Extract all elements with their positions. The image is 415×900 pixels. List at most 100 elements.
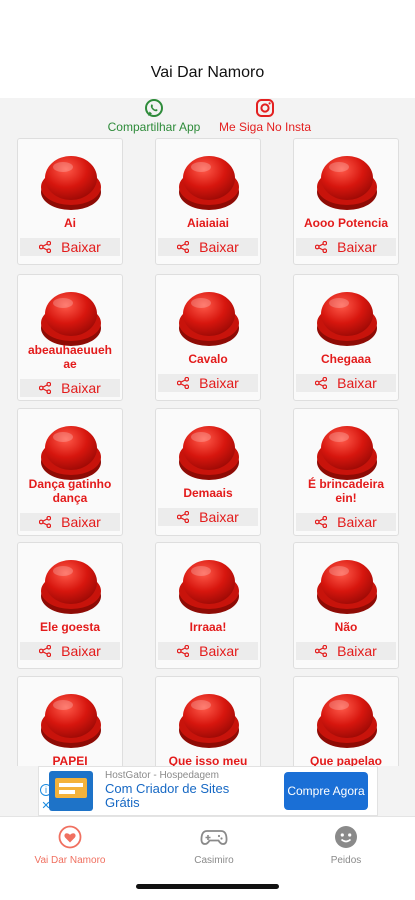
sound-card[interactable]: Aiaiaiai Baixar xyxy=(155,138,261,265)
sound-name: Irraaa! xyxy=(189,620,227,634)
sound-card[interactable]: Demaais Baixar xyxy=(155,408,261,536)
sound-card[interactable]: Dança gatinho dança Baixar xyxy=(17,408,123,536)
tab-label: Peidos xyxy=(330,855,362,866)
ad-banner[interactable]: i ✕ HostGator - Hospedagem Com Criador d… xyxy=(38,766,378,816)
home-indicator xyxy=(136,884,279,889)
follow-instagram-label: Me Siga No Insta xyxy=(218,120,312,134)
download-button[interactable]: Baixar xyxy=(20,379,120,397)
red-button-icon[interactable] xyxy=(39,419,103,483)
share-icon xyxy=(177,511,194,523)
sound-name: É brincadeira ein! xyxy=(307,477,385,505)
instagram-icon xyxy=(256,99,274,117)
sound-card[interactable]: Que papelaoBaixar xyxy=(293,676,399,766)
download-button[interactable]: Baixar xyxy=(20,513,120,531)
download-label: Baixar xyxy=(199,239,239,255)
download-label: Baixar xyxy=(199,509,239,525)
tab-label: Vai Dar Namoro xyxy=(34,855,106,866)
sound-name: abeauhaeuueh ae xyxy=(27,343,113,371)
gamepad-icon xyxy=(200,830,228,845)
sound-name: Chegaaa xyxy=(320,352,372,366)
download-button[interactable]: Baixar xyxy=(20,642,120,660)
tab-vai-dar-namoro[interactable]: Vai Dar Namoro xyxy=(10,825,130,866)
download-button[interactable]: Baixar xyxy=(158,374,258,392)
sound-name: Demaais xyxy=(183,486,233,500)
sound-name: Ele goesta xyxy=(39,620,101,634)
sound-card[interactable]: Cavalo Baixar xyxy=(155,274,261,401)
sound-name: Dança gatinho dança xyxy=(28,477,112,505)
red-button-icon[interactable] xyxy=(315,553,379,617)
sound-name: Ai xyxy=(64,216,76,230)
download-button[interactable]: Baixar xyxy=(158,238,258,256)
red-button-icon[interactable] xyxy=(315,687,379,751)
tab-peidos[interactable]: Peidos xyxy=(286,825,406,866)
red-button-icon[interactable] xyxy=(177,419,241,483)
download-button[interactable]: Baixar xyxy=(296,513,396,531)
sound-name: Que isso meu xyxy=(168,754,248,766)
download-button[interactable]: Baixar xyxy=(296,374,396,392)
share-app-button[interactable]: Compartilhar App xyxy=(100,98,208,134)
red-button-icon[interactable] xyxy=(39,285,103,349)
follow-instagram-button[interactable]: Me Siga No Insta xyxy=(212,98,318,134)
sound-name: Que papelao xyxy=(309,754,383,766)
red-button-icon[interactable] xyxy=(315,285,379,349)
page-title: Vai Dar Namoro xyxy=(150,64,265,81)
download-label: Baixar xyxy=(337,375,377,391)
download-label: Baixar xyxy=(337,514,377,530)
ad-cta-button[interactable]: Compre Agora xyxy=(284,772,368,810)
sound-card[interactable]: abeauhaeuueh ae Baixar xyxy=(17,274,123,401)
red-button-icon[interactable] xyxy=(177,687,241,751)
sound-name: Aiaiaiai xyxy=(186,216,230,230)
download-label: Baixar xyxy=(337,643,377,659)
sound-card[interactable]: É brincadeira ein! Baixar xyxy=(293,408,399,536)
download-button[interactable]: Baixar xyxy=(158,508,258,526)
share-icon xyxy=(39,516,56,528)
sound-card[interactable]: Não Baixar xyxy=(293,542,399,669)
red-button-icon[interactable] xyxy=(39,687,103,751)
sound-card[interactable]: Ai Baixar xyxy=(17,138,123,265)
download-label: Baixar xyxy=(61,514,101,530)
share-row: Compartilhar App Me Siga No Insta xyxy=(0,98,415,138)
download-button[interactable]: Baixar xyxy=(20,238,120,256)
sound-card[interactable]: Aooo Potencia Baixar xyxy=(293,138,399,265)
share-icon xyxy=(315,516,332,528)
share-icon xyxy=(39,241,56,253)
download-label: Baixar xyxy=(199,643,239,659)
app-header: Vai Dar Namoro xyxy=(0,0,415,98)
emoji-icon xyxy=(335,826,357,848)
sound-card[interactable]: PAPEIBaixar xyxy=(17,676,123,766)
sound-name: PAPEI xyxy=(52,754,88,766)
sound-grid: Ai Baixar Aiaiaiai Baixar Aooo Potencia Baixa… xyxy=(0,138,415,766)
sound-card[interactable]: Que isso meuBaixar xyxy=(155,676,261,766)
red-button-icon[interactable] xyxy=(177,285,241,349)
share-icon xyxy=(177,377,194,389)
sound-name: Cavalo xyxy=(188,352,228,366)
sound-card[interactable]: Chegaaa Baixar xyxy=(293,274,399,401)
tab-casimiro[interactable]: Casimiro xyxy=(154,825,274,866)
red-button-icon[interactable] xyxy=(177,149,241,213)
download-label: Baixar xyxy=(61,380,101,396)
heart-icon xyxy=(58,825,82,849)
download-button[interactable]: Baixar xyxy=(158,642,258,660)
share-icon xyxy=(39,645,56,657)
sound-card[interactable]: Ele goesta Baixar xyxy=(17,542,123,669)
ad-advertiser: HostGator - Hospedagem xyxy=(105,770,219,781)
red-button-icon[interactable] xyxy=(315,149,379,213)
ad-image xyxy=(49,771,93,811)
sound-name: Aooo Potencia xyxy=(303,216,388,230)
download-label: Baixar xyxy=(61,239,101,255)
tab-label: Casimiro xyxy=(194,855,234,866)
download-label: Baixar xyxy=(199,375,239,391)
share-icon xyxy=(315,645,332,657)
download-label: Baixar xyxy=(337,239,377,255)
sound-name: Não xyxy=(334,620,358,634)
download-button[interactable]: Baixar xyxy=(296,238,396,256)
sound-card[interactable]: Irraaa! Baixar xyxy=(155,542,261,669)
red-button-icon[interactable] xyxy=(315,419,379,483)
share-icon xyxy=(177,241,194,253)
share-icon xyxy=(315,377,332,389)
red-button-icon[interactable] xyxy=(39,553,103,617)
red-button-icon[interactable] xyxy=(39,149,103,213)
download-button[interactable]: Baixar xyxy=(296,642,396,660)
red-button-icon[interactable] xyxy=(177,553,241,617)
ad-headline[interactable]: Com Criador de Sites Grátis xyxy=(105,782,255,810)
